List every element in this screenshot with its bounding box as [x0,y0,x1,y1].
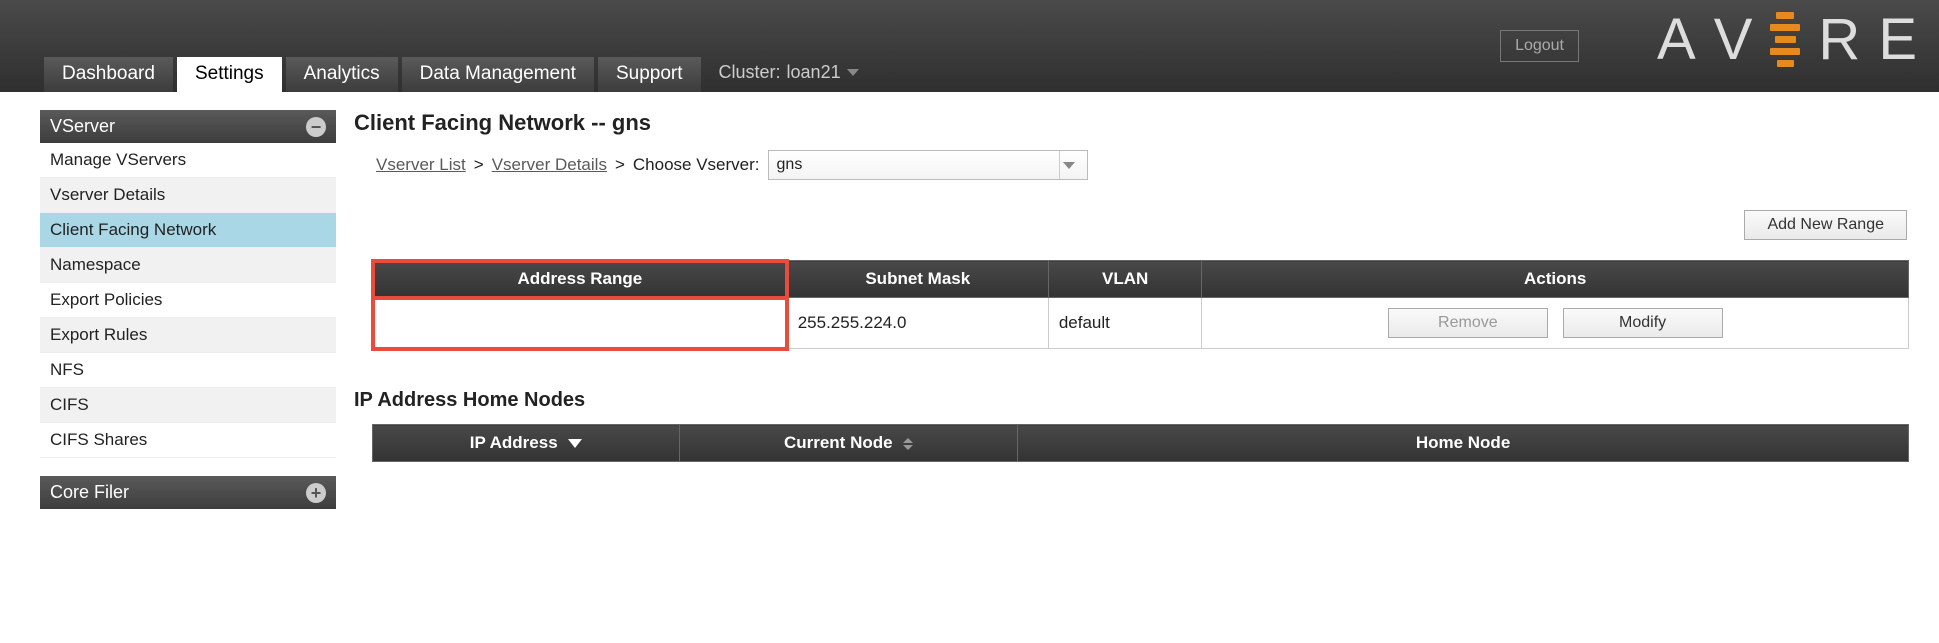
crumb-sep: > [615,155,625,175]
col-actions: Actions [1202,261,1909,298]
vserver-select-value: gns [777,156,803,174]
logo-letter: V [1714,6,1753,73]
sidebar: VServer − Manage VServers Vserver Detail… [40,110,336,509]
expand-icon[interactable]: + [306,483,326,503]
tab-support[interactable]: Support [598,57,701,92]
sidebar-item-nfs[interactable]: NFS [40,353,336,388]
sidebar-section-vserver[interactable]: VServer − [40,110,336,143]
address-range-table: Address Range Subnet Mask VLAN Actions 2… [372,260,1909,349]
logo-e-icon [1770,12,1800,67]
sidebar-section-core-filer[interactable]: Core Filer + [40,476,336,509]
main-nav: Dashboard Settings Analytics Data Manage… [44,56,873,92]
chevron-down-icon [1059,151,1079,179]
add-new-range-button[interactable]: Add New Range [1744,210,1907,240]
col-subnet-mask[interactable]: Subnet Mask [787,261,1048,298]
chevron-down-icon [847,69,859,76]
top-header: Logout A V R E Dashboard Settings Analyt… [0,0,1939,92]
cell-vlan: default [1048,298,1202,349]
breadcrumb: Vserver List > Vserver Details > Choose … [354,150,1909,180]
col-address-range[interactable]: Address Range [373,261,788,298]
col-ip-address[interactable]: IP Address [373,425,680,462]
cluster-name: loan21 [787,62,841,83]
sort-both-icon [903,438,913,450]
sidebar-item-cifs-shares[interactable]: CIFS Shares [40,423,336,458]
page-title: Client Facing Network -- gns [354,110,1909,136]
tab-analytics[interactable]: Analytics [286,57,398,92]
vserver-select[interactable]: gns [768,150,1088,180]
cluster-selector[interactable]: Cluster: loan21 [705,56,873,92]
sidebar-item-export-policies[interactable]: Export Policies [40,283,336,318]
cluster-prefix: Cluster: [719,62,781,83]
table-row: 255.255.224.0 default Remove Modify [373,298,1909,349]
tab-dashboard[interactable]: Dashboard [44,57,173,92]
logo-letter: R [1818,6,1860,73]
ip-home-nodes-title: IP Address Home Nodes [354,389,1909,412]
crumb-vserver-list[interactable]: Vserver List [376,155,466,175]
sidebar-section-label: Core Filer [50,482,129,503]
sidebar-item-manage-vservers[interactable]: Manage VServers [40,143,336,178]
crumb-vserver-details[interactable]: Vserver Details [492,155,607,175]
cell-actions: Remove Modify [1202,298,1909,349]
crumb-sep: > [474,155,484,175]
sidebar-item-client-facing-network[interactable]: Client Facing Network [40,213,336,248]
sidebar-item-cifs[interactable]: CIFS [40,388,336,423]
col-current-node[interactable]: Current Node [680,425,1018,462]
col-label: Current Node [784,433,893,452]
sidebar-section-label: VServer [50,116,115,137]
logo-letter: E [1878,6,1917,73]
tab-data-management[interactable]: Data Management [402,57,594,92]
modify-button[interactable]: Modify [1563,308,1723,338]
cell-subnet-mask: 255.255.224.0 [787,298,1048,349]
sidebar-item-export-rules[interactable]: Export Rules [40,318,336,353]
col-home-node[interactable]: Home Node [1018,425,1909,462]
ip-home-nodes-table: IP Address Current Node Home Node [372,424,1909,462]
logout-button[interactable]: Logout [1500,30,1579,62]
main-content: Client Facing Network -- gns Vserver Lis… [354,110,1939,509]
remove-button[interactable]: Remove [1388,308,1548,338]
tab-settings[interactable]: Settings [177,57,282,92]
sidebar-item-namespace[interactable]: Namespace [40,248,336,283]
sort-desc-icon [568,439,582,448]
col-vlan[interactable]: VLAN [1048,261,1202,298]
crumb-choose-label: Choose Vserver: [633,155,760,175]
sidebar-item-vserver-details[interactable]: Vserver Details [40,178,336,213]
collapse-icon[interactable]: − [306,117,326,137]
cell-address-range [373,298,788,349]
brand-logo: A V R E [1657,6,1917,73]
col-label: IP Address [470,433,558,452]
logo-letter: A [1657,6,1696,73]
